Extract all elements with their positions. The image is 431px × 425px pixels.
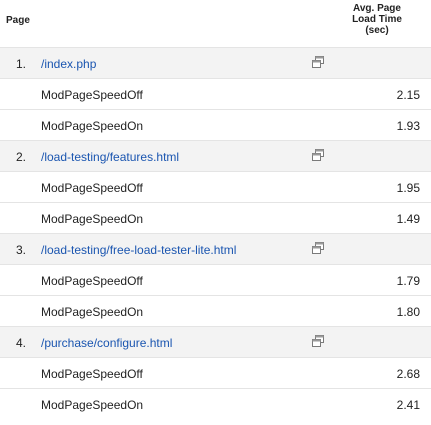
segment-label: ModPageSpeedOff [41,367,143,381]
column-header-line: Load Time [352,14,402,25]
segment-label: ModPageSpeedOff [41,181,143,195]
row-rank: 2. [16,150,27,164]
table-row-page: 1. /index.php [0,47,431,78]
row-rank: 1. [16,57,27,71]
table-header: Page Avg. Page Load Time (sec) [0,0,431,46]
table-row-segment: ModPageSpeedOn 1.93 [0,109,431,140]
load-time-value: 1.93 [396,119,420,133]
page-link[interactable]: /load-testing/free-load-tester-lite.html [41,243,236,257]
segment-label: ModPageSpeedOn [41,305,144,319]
row-rank: 4. [16,336,27,350]
row-rank: 3. [16,243,27,257]
table-row-page: 4. /purchase/configure.html [0,326,431,357]
open-in-new-window-icon[interactable] [312,335,324,347]
open-in-new-window-icon[interactable] [312,149,324,161]
column-header-page[interactable]: Page [6,15,30,26]
load-time-value: 2.68 [396,367,420,381]
table-row-page: 3. /load-testing/free-load-tester-lite.h… [0,233,431,264]
table-row-segment: ModPageSpeedOff 1.79 [0,264,431,295]
table-row-segment: ModPageSpeedOff 1.95 [0,171,431,202]
table-row-segment: ModPageSpeedOff 2.68 [0,357,431,388]
segment-label: ModPageSpeedOff [41,88,143,102]
page-link[interactable]: /load-testing/features.html [41,150,179,164]
column-header-avg-page-load-time[interactable]: Avg. Page Load Time (sec) [334,3,420,36]
load-time-value: 1.49 [396,212,420,226]
table-row-segment: ModPageSpeedOn 1.80 [0,295,431,326]
page-link[interactable]: /purchase/configure.html [41,336,172,350]
segment-label: ModPageSpeedOff [41,274,143,288]
page-link[interactable]: /index.php [41,57,96,71]
segment-label: ModPageSpeedOn [41,212,144,226]
load-time-value: 1.80 [396,305,420,319]
load-time-value: 1.95 [396,181,420,195]
segment-label: ModPageSpeedOn [41,119,144,133]
table-row-page: 2. /load-testing/features.html [0,140,431,171]
load-time-value: 2.15 [396,88,420,102]
open-in-new-window-icon[interactable] [312,56,324,68]
load-time-value: 1.79 [396,274,420,288]
open-in-new-window-icon[interactable] [312,242,324,254]
segment-label: ModPageSpeedOn [41,398,144,412]
table-row-segment: ModPageSpeedOn 2.41 [0,388,431,419]
table-body: 1. /index.php ModPageSpeedOff 2.15 ModPa… [0,47,431,419]
load-time-value: 2.41 [396,398,420,412]
column-header-line: Avg. Page [353,3,401,14]
column-header-line: (sec) [365,25,389,36]
table-row-segment: ModPageSpeedOn 1.49 [0,202,431,233]
table-row-segment: ModPageSpeedOff 2.15 [0,78,431,109]
